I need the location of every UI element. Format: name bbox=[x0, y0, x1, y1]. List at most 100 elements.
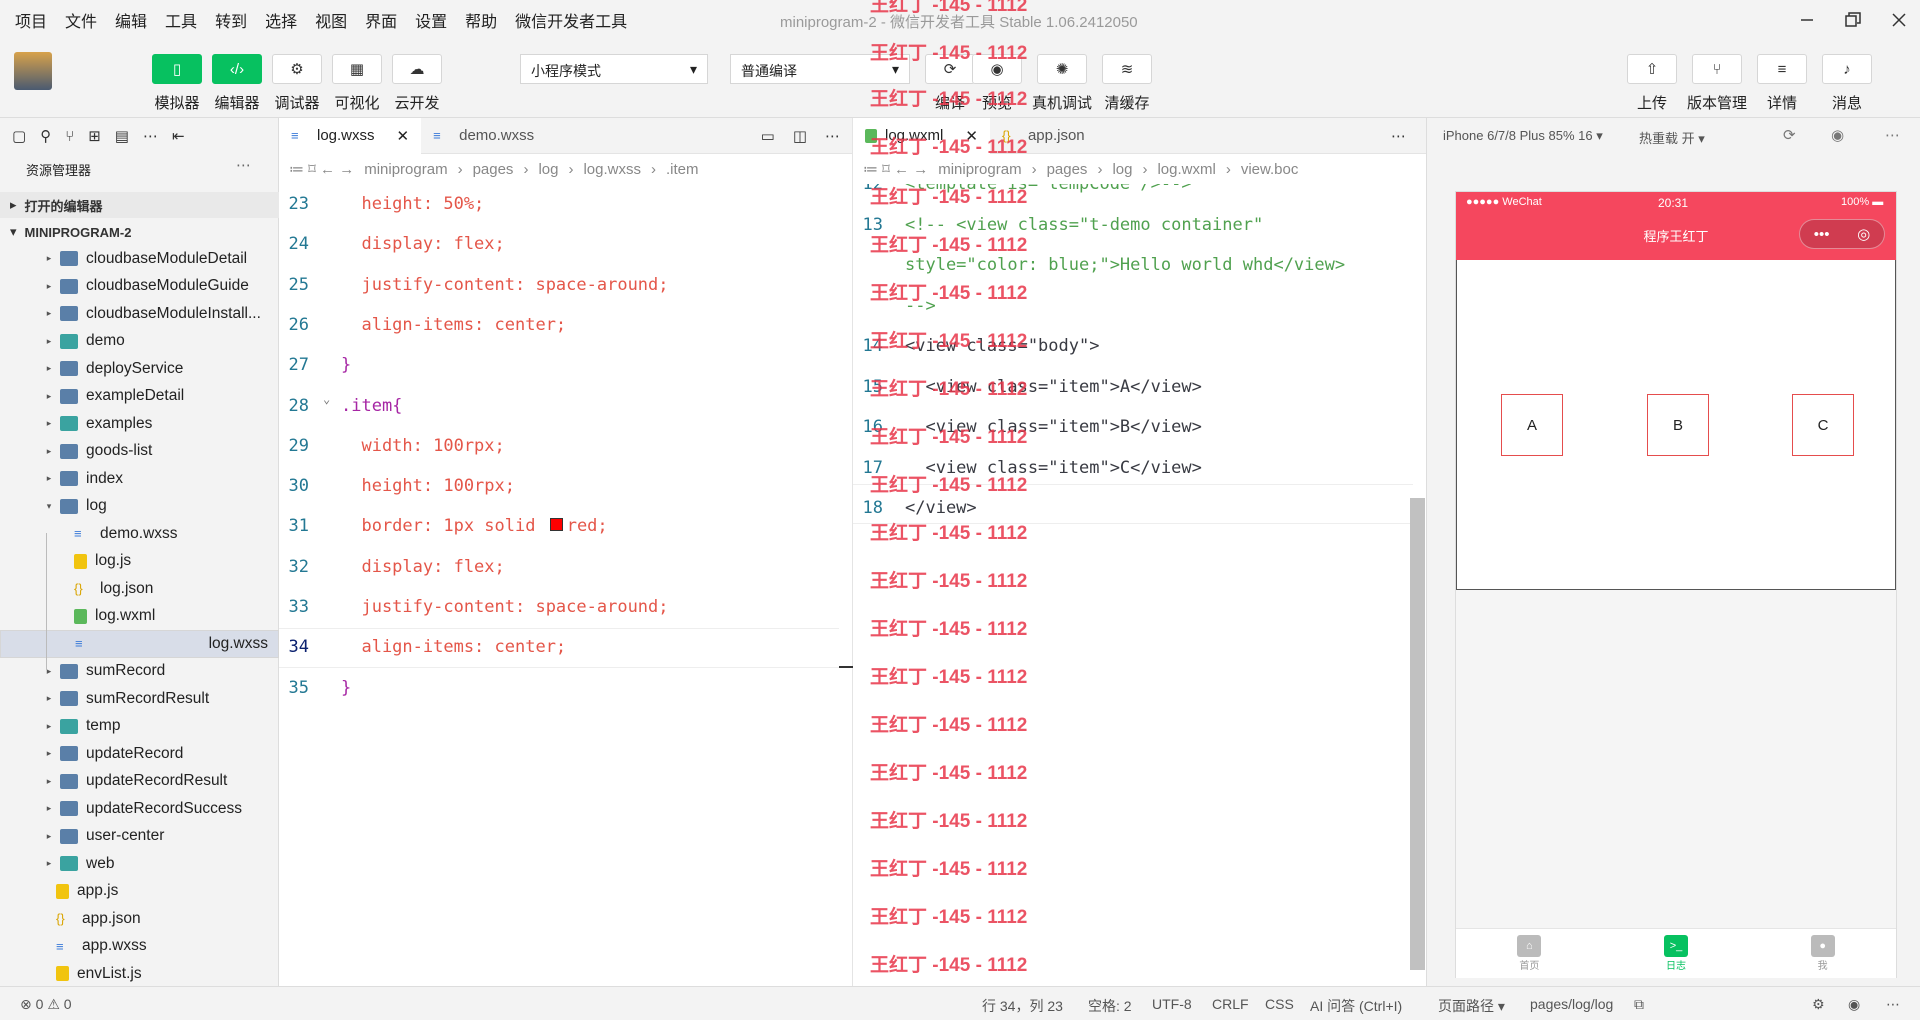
tree-item[interactable]: ≡ app.wxss bbox=[0, 933, 279, 961]
ai-assistant[interactable]: AI 问答 (Ctrl+I) bbox=[1310, 996, 1402, 1016]
split-editor-icon[interactable]: ◫ bbox=[793, 127, 807, 145]
outline-icon[interactable]: ▤ bbox=[115, 127, 129, 145]
toolbar-menu-button[interactable]: ≡ 详情 bbox=[1750, 54, 1814, 113]
tree-item[interactable]: ▾ log bbox=[0, 493, 279, 521]
copy-icon[interactable]: ⧉ bbox=[1634, 996, 1644, 1013]
close-tab-icon[interactable]: ✕ bbox=[397, 127, 410, 145]
menu-item[interactable]: 工具 bbox=[156, 8, 206, 32]
hotreload-toggle[interactable]: 热重载 开 ▾ bbox=[1639, 128, 1705, 147]
compile-select[interactable]: 普通编译 ▾ bbox=[730, 54, 910, 84]
code-area[interactable]: 12 <template is="tempCode"/>--> 13 <!-- <vi… bbox=[853, 184, 1413, 984]
breadcrumb-item[interactable]: log bbox=[538, 161, 558, 178]
tree-item[interactable]: envList.js bbox=[0, 960, 279, 988]
breadcrumb-item[interactable]: pages bbox=[1047, 161, 1088, 178]
code-area[interactable]: 23 height: 50%; 24 display: flex; 25 justi… bbox=[279, 184, 853, 984]
menu-item[interactable]: 选择 bbox=[256, 8, 306, 32]
toolbar-layers-button[interactable]: ≋ 清缓存 bbox=[1095, 54, 1159, 113]
tree-item[interactable]: ▸ updateRecord bbox=[0, 740, 279, 768]
encoding[interactable]: UTF-8 bbox=[1152, 996, 1192, 1012]
more-icon[interactable]: ⋯ bbox=[825, 127, 840, 145]
menu-item[interactable]: 文件 bbox=[56, 8, 106, 32]
menu-item[interactable]: 编辑 bbox=[106, 8, 156, 32]
cursor-position[interactable]: 行 34，列 23 bbox=[982, 996, 1063, 1016]
toolbar-debug-button[interactable]: ⚙ 调试器 bbox=[265, 54, 329, 113]
breadcrumb-item[interactable]: pages bbox=[473, 161, 514, 178]
tabbar-item[interactable]: ● 我 bbox=[1749, 929, 1896, 978]
color-swatch-icon[interactable] bbox=[549, 518, 563, 532]
breadcrumb-item[interactable]: log bbox=[1112, 161, 1132, 178]
tree-item[interactable]: ▸ updateRecordSuccess bbox=[0, 795, 279, 823]
toolbar-eye-button[interactable]: ◉ 预览 bbox=[965, 54, 1029, 113]
minimize-button[interactable] bbox=[1790, 5, 1824, 35]
toolbar-upload-button[interactable]: ⇧ 上传 bbox=[1620, 54, 1684, 113]
source-control-icon[interactable]: ⑂ bbox=[65, 128, 74, 145]
menu-item[interactable]: 界面 bbox=[356, 8, 406, 32]
more-icon[interactable]: ⋯ bbox=[1391, 127, 1406, 145]
open-editors-section[interactable]: ▸ 打开的编辑器 bbox=[0, 192, 279, 218]
menu-item[interactable]: 帮助 bbox=[456, 8, 506, 32]
eye-icon[interactable]: ◉ bbox=[1848, 996, 1860, 1013]
files-icon[interactable]: ▢ bbox=[12, 127, 26, 145]
nav-arrows[interactable]: ≔ ⌑ ← → bbox=[289, 160, 354, 178]
project-section[interactable]: ▾ MINIPROGRAM-2 bbox=[0, 219, 279, 245]
toolbar-branch-button[interactable]: ⑂ 版本管理 bbox=[1685, 54, 1749, 113]
tab-app-json[interactable]: {} app.json bbox=[990, 118, 1097, 154]
more-icon[interactable]: ⋯ bbox=[1886, 996, 1900, 1013]
more-icon[interactable]: ⋯ bbox=[1885, 126, 1900, 144]
tabbar-item[interactable]: >_ 日志 bbox=[1603, 929, 1750, 978]
close-capsule-icon[interactable]: ◎ bbox=[1857, 225, 1870, 243]
menu-item[interactable]: 微信开发者工具 bbox=[506, 8, 636, 32]
indent-setting[interactable]: 空格: 2 bbox=[1088, 996, 1132, 1016]
tree-item[interactable]: ▸ cloudbaseModuleGuide bbox=[0, 273, 279, 301]
tab-demo-wxss[interactable]: ≡ demo.wxss bbox=[421, 118, 546, 154]
more-dots-icon[interactable]: ••• bbox=[1814, 226, 1830, 243]
toolbar-bell-button[interactable]: ♪ 消息 bbox=[1815, 54, 1879, 113]
tree-item[interactable]: ▸ user-center bbox=[0, 823, 279, 851]
menu-item[interactable]: 设置 bbox=[406, 8, 456, 32]
tree-item[interactable]: {} log.json bbox=[0, 575, 279, 603]
search-icon[interactable]: ⚲ bbox=[40, 127, 51, 145]
collapse-panel-icon[interactable]: ⇤ bbox=[172, 127, 185, 145]
breadcrumb-item[interactable]: miniprogram bbox=[938, 161, 1021, 178]
nav-arrows[interactable]: ≔ ⌑ ← → bbox=[863, 160, 928, 178]
menu-item[interactable]: 视图 bbox=[306, 8, 356, 32]
avatar[interactable] bbox=[14, 52, 52, 90]
tree-item[interactable]: ▸ demo bbox=[0, 328, 279, 356]
explorer-more-icon[interactable]: ⋯ bbox=[236, 156, 251, 174]
capsule-menu[interactable]: ••• ◎ bbox=[1799, 219, 1885, 249]
problems-indicator[interactable]: ⊗ 0 ⚠ 0 bbox=[20, 996, 72, 1013]
toolbar-bug-button[interactable]: ✺ 真机调试 bbox=[1030, 54, 1094, 113]
close-window-button[interactable] bbox=[1882, 5, 1916, 35]
breadcrumb-item[interactable]: .item bbox=[666, 161, 699, 178]
breadcrumb-item[interactable]: log.wxss bbox=[583, 161, 641, 178]
tree-item[interactable]: ▸ updateRecordResult bbox=[0, 768, 279, 796]
toolbar-phone-button[interactable]: ▯ 模拟器 bbox=[145, 54, 209, 113]
view-item[interactable]: A bbox=[1501, 394, 1563, 456]
tree-item[interactable]: log.js bbox=[0, 548, 279, 576]
line-ending[interactable]: CRLF bbox=[1212, 996, 1249, 1012]
view-item[interactable]: C bbox=[1792, 394, 1854, 456]
tree-item[interactable]: ▸ temp bbox=[0, 713, 279, 741]
tree-item[interactable]: ▸ sumRecordResult bbox=[0, 685, 279, 713]
view-item[interactable]: B bbox=[1647, 394, 1709, 456]
device-select[interactable]: iPhone 6/7/8 Plus 85% 16 ▾ bbox=[1443, 128, 1603, 144]
scrollbar[interactable] bbox=[1410, 498, 1425, 970]
tree-item[interactable]: ▸ goods-list bbox=[0, 438, 279, 466]
tree-item[interactable]: ▸ web bbox=[0, 850, 279, 878]
maximize-button[interactable] bbox=[1836, 5, 1870, 35]
tree-item[interactable]: ▸ examples bbox=[0, 410, 279, 438]
tree-item[interactable]: ▸ sumRecord bbox=[0, 658, 279, 686]
record-icon[interactable]: ◉ bbox=[1831, 126, 1844, 144]
toolbar-cloud-button[interactable]: ☁ 云开发 bbox=[385, 54, 449, 113]
tree-item[interactable]: ▸ cloudbaseModuleDetail bbox=[0, 245, 279, 273]
breadcrumb-item[interactable]: miniprogram bbox=[364, 161, 447, 178]
toolbar-layout-button[interactable]: ▦ 可视化 bbox=[325, 54, 389, 113]
breadcrumb-item[interactable]: view.boc bbox=[1241, 161, 1299, 178]
page-path-select[interactable]: 页面路径 ▾ bbox=[1438, 996, 1505, 1016]
fold-chevron-icon[interactable]: ⌄ bbox=[323, 392, 330, 406]
mode-select[interactable]: 小程序模式 ▾ bbox=[520, 54, 708, 84]
comment-icon[interactable]: ▭ bbox=[761, 127, 775, 145]
tree-item[interactable]: ▸ index bbox=[0, 465, 279, 493]
tree-item[interactable]: ▸ exampleDetail bbox=[0, 383, 279, 411]
menu-item[interactable]: 项目 bbox=[6, 8, 56, 32]
